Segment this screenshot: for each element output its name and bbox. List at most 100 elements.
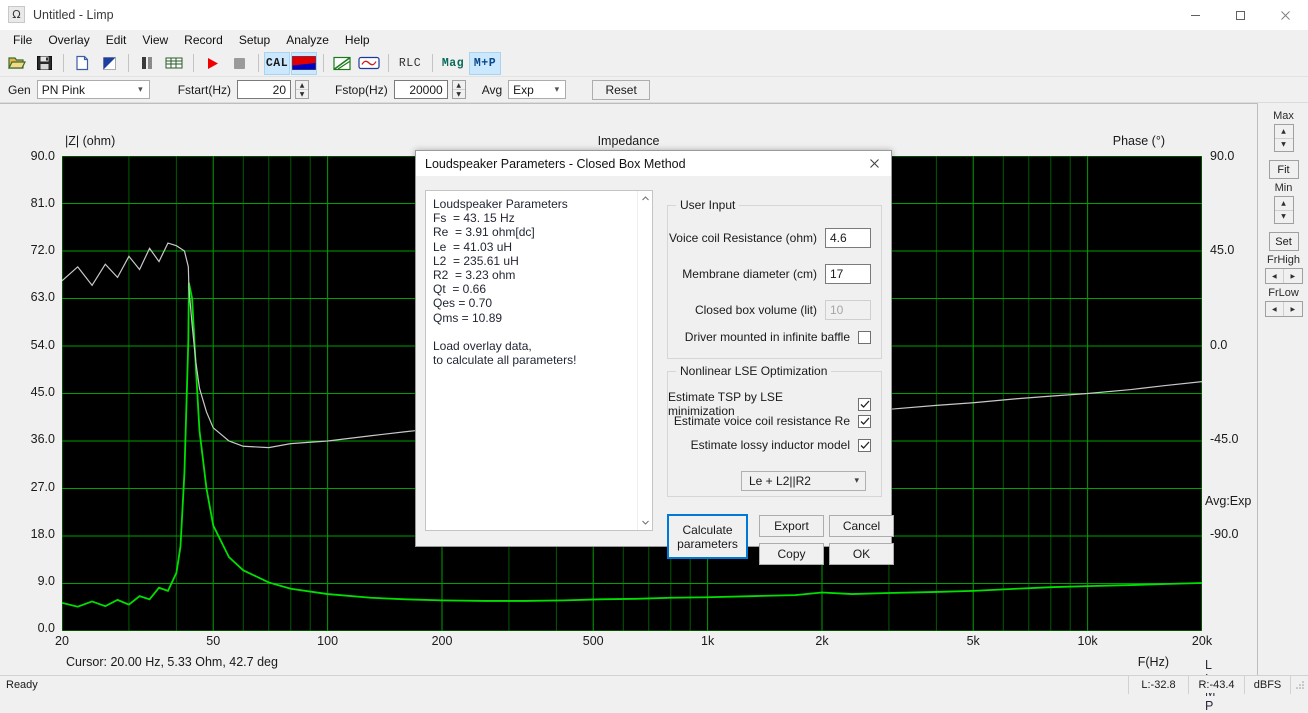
max-up-icon[interactable]: ▲ (1275, 125, 1293, 139)
generator-value: PN Pink (42, 83, 85, 97)
x-tick-20: 20 (55, 634, 69, 648)
menu-setup[interactable]: Setup (231, 31, 278, 49)
set-button[interactable]: Set (1269, 232, 1299, 251)
stop-icon[interactable] (226, 52, 252, 75)
ok-button[interactable]: OK (829, 543, 894, 565)
loudspeaker-parameters-dialog[interactable]: Loudspeaker Parameters - Closed Box Meth… (415, 150, 892, 547)
open-icon[interactable] (4, 52, 30, 75)
save-icon[interactable] (31, 52, 57, 75)
play-icon[interactable] (199, 52, 225, 75)
table-icon[interactable] (161, 52, 187, 75)
x-tick-50: 50 (206, 634, 220, 648)
menu-view[interactable]: View (134, 31, 176, 49)
menu-overlay[interactable]: Overlay (40, 31, 97, 49)
calculate-parameters-button[interactable]: Calculate parameters (667, 514, 748, 559)
infinite-baffle-label: Driver mounted in infinite baffle (685, 330, 850, 344)
fstart-stepper[interactable]: ▲ ▼ (295, 80, 309, 99)
voice-coil-input[interactable]: 4.6 (825, 228, 871, 248)
impedance-icon[interactable] (329, 52, 355, 75)
y-tick-0: 0.0 (3, 621, 55, 635)
fstart-input[interactable]: 20 (237, 80, 291, 99)
results-text: Loudspeaker Parameters Fs = 43. 15 Hz Re… (426, 191, 652, 367)
frlow-stepper[interactable]: ◀ ▶ (1265, 301, 1303, 317)
stepper-down-icon[interactable]: ▼ (453, 90, 465, 98)
close-button[interactable] (1263, 0, 1308, 30)
toolbar-separator (432, 54, 433, 72)
cursor-readout: Cursor: 20.00 Hz, 5.33 Ohm, 42.7 deg (66, 655, 278, 669)
frhigh-stepper[interactable]: ◀ ▶ (1265, 268, 1303, 284)
stepper-down-icon[interactable]: ▼ (296, 90, 308, 98)
estimate-re-checkbox[interactable] (858, 415, 871, 428)
dialog-close-icon[interactable] (857, 151, 891, 177)
chevron-down-icon: ▾ (854, 476, 865, 486)
x-tick-1k: 1k (701, 634, 714, 648)
export-button[interactable]: Export (759, 515, 824, 537)
estimate-tsp-checkbox[interactable] (858, 398, 871, 411)
fit-button[interactable]: Fit (1269, 160, 1299, 179)
window-titlebar: Ω Untitled - Limp (0, 0, 1308, 30)
cal-button[interactable]: CAL (264, 52, 290, 75)
rlc-button[interactable]: RLC (394, 52, 426, 75)
y-tick-36: 36.0 (3, 432, 55, 446)
copy-button[interactable]: Copy (759, 543, 824, 565)
x-tick-5k: 5k (967, 634, 980, 648)
frlow-left-icon[interactable]: ◀ (1266, 302, 1285, 316)
resize-grip-icon[interactable] (1290, 676, 1308, 694)
infinite-baffle-checkbox[interactable] (858, 331, 871, 344)
scroll-down-icon[interactable] (638, 515, 652, 530)
stepper-up-icon[interactable]: ▲ (453, 81, 465, 90)
frhigh-label: FrHigh (1267, 254, 1300, 266)
fstop-input[interactable]: 20000 (394, 80, 448, 99)
menu-file[interactable]: File (5, 31, 40, 49)
pause-icon[interactable] (134, 52, 160, 75)
scroll-up-icon[interactable] (638, 191, 652, 206)
maximize-button[interactable] (1218, 0, 1263, 30)
estimate-inductor-checkbox[interactable] (858, 439, 871, 452)
stepper-up-icon[interactable]: ▲ (296, 81, 308, 90)
minimize-button[interactable] (1173, 0, 1218, 30)
fstop-label: Fstop(Hz) (335, 83, 388, 97)
frhigh-right-icon[interactable]: ▶ (1284, 269, 1302, 283)
x-tick-200: 200 (432, 634, 453, 648)
inductor-model-select[interactable]: Le + L2||R2 ▾ (741, 471, 866, 491)
avg-value: Exp (513, 83, 534, 97)
avg-select[interactable]: Exp ▾ (508, 80, 566, 99)
cancel-button[interactable]: Cancel (829, 515, 894, 537)
membrane-diameter-input[interactable]: 17 (825, 264, 871, 284)
max-stepper[interactable]: ▲ ▼ (1274, 124, 1294, 152)
dialog-titlebar[interactable]: Loudspeaker Parameters - Closed Box Meth… (416, 151, 891, 177)
magphase-button[interactable]: M+P (469, 52, 501, 75)
window-title: Untitled - Limp (33, 8, 114, 22)
y-tick-18: 18.0 (3, 527, 55, 541)
generator-select[interactable]: PN Pink ▾ (37, 80, 150, 99)
max-label: Max (1273, 110, 1294, 122)
mag-button[interactable]: Mag (438, 52, 468, 75)
membrane-diameter-label: Membrane diameter (cm) (682, 267, 817, 281)
x-tick-2k: 2k (815, 634, 828, 648)
min-up-icon[interactable]: ▲ (1275, 197, 1293, 211)
y-tick-81: 81.0 (3, 196, 55, 210)
menu-edit[interactable]: Edit (98, 31, 135, 49)
waveform-icon[interactable] (356, 52, 382, 75)
colorbar-icon[interactable] (291, 52, 317, 75)
frhigh-left-icon[interactable]: ◀ (1266, 269, 1285, 283)
dialog-body: Loudspeaker Parameters Fs = 43. 15 Hz Re… (416, 177, 891, 548)
max-down-icon[interactable]: ▼ (1275, 139, 1293, 152)
results-listbox[interactable]: Loudspeaker Parameters Fs = 43. 15 Hz Re… (425, 190, 653, 531)
min-stepper[interactable]: ▲ ▼ (1274, 196, 1294, 224)
reset-button[interactable]: Reset (592, 80, 650, 100)
window-controls (1173, 0, 1308, 30)
x-axis-label: F(Hz) (1138, 655, 1169, 669)
menu-help[interactable]: Help (337, 31, 378, 49)
min-down-icon[interactable]: ▼ (1275, 211, 1293, 224)
fstop-stepper[interactable]: ▲ ▼ (452, 80, 466, 99)
calculate-line1: Calculate (682, 523, 732, 537)
frlow-right-icon[interactable]: ▶ (1284, 302, 1302, 316)
y-tick-63: 63.0 (3, 290, 55, 304)
new-page-icon[interactable] (69, 52, 95, 75)
menu-record[interactable]: Record (176, 31, 231, 49)
y-tick-9: 9.0 (3, 574, 55, 588)
menu-analyze[interactable]: Analyze (278, 31, 337, 49)
results-scrollbar[interactable] (637, 191, 652, 530)
triangle-icon[interactable] (96, 52, 122, 75)
